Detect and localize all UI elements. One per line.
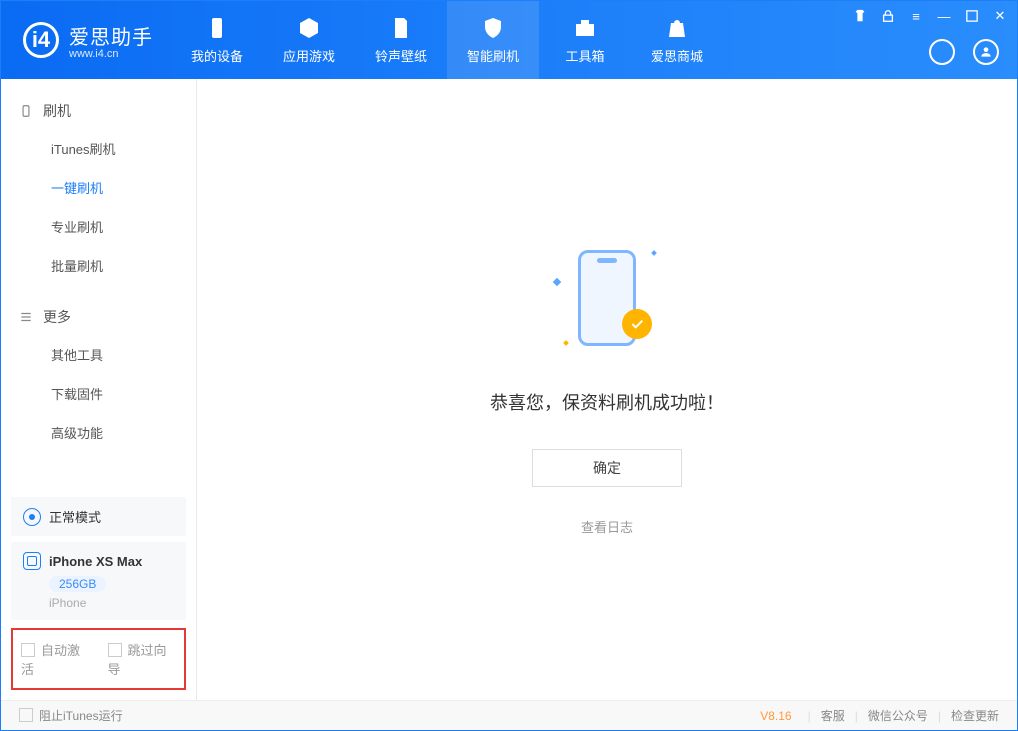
mode-label: 正常模式 <box>49 507 101 526</box>
success-illustration <box>552 243 662 353</box>
device-outline-icon <box>23 552 41 570</box>
download-icon[interactable] <box>929 39 955 65</box>
menu-icon[interactable]: ≡ <box>909 9 923 23</box>
device-name: iPhone XS Max <box>49 554 142 569</box>
mode-panel[interactable]: 正常模式 <box>11 497 186 536</box>
mode-indicator-icon <box>23 508 41 526</box>
checkbox-icon <box>19 708 33 722</box>
minimize-icon[interactable]: — <box>937 9 951 23</box>
sidebar-item-itunes-flash[interactable]: iTunes刷机 <box>1 129 196 168</box>
close-icon[interactable]: ✕ <box>993 9 1007 23</box>
app-header: i4 爱思助手 www.i4.cn 我的设备 应用游戏 铃声壁纸 智能刷机 工具… <box>1 1 1017 79</box>
nav-ringtone-wallpaper[interactable]: 铃声壁纸 <box>355 1 447 79</box>
header-action-icons <box>929 39 999 65</box>
status-bar: 阻止iTunes运行 V8.16 | 客服 | 微信公众号 | 检查更新 <box>1 700 1017 730</box>
cube-icon <box>297 16 321 40</box>
block-itunes-checkbox[interactable]: 阻止iTunes运行 <box>19 707 123 724</box>
nav-label: 智能刷机 <box>467 46 519 65</box>
separator: | <box>808 709 811 723</box>
auto-activate-checkbox[interactable]: 自动激活 <box>21 640 90 678</box>
sidebar-bottom: 正常模式 iPhone XS Max 256GB iPhone 自动激活 跳过向… <box>1 491 196 700</box>
footer-link-support[interactable]: 客服 <box>821 707 845 724</box>
refresh-shield-icon <box>481 16 505 40</box>
list-icon <box>19 310 33 324</box>
checkbox-icon <box>108 643 122 657</box>
sidebar-item-pro-flash[interactable]: 专业刷机 <box>1 207 196 246</box>
footer-link-update[interactable]: 检查更新 <box>951 707 999 724</box>
ok-button[interactable]: 确定 <box>532 449 682 487</box>
flash-options-highlight: 自动激活 跳过向导 <box>11 628 186 690</box>
view-log-link[interactable]: 查看日志 <box>581 517 633 536</box>
toolbox-icon <box>573 16 597 40</box>
nav-apps-games[interactable]: 应用游戏 <box>263 1 355 79</box>
window-controls: ≡ — ✕ <box>853 9 1007 23</box>
nav-label: 工具箱 <box>565 46 604 65</box>
separator: | <box>938 709 941 723</box>
nav-label: 爱思商城 <box>651 46 703 65</box>
storage-badge: 256GB <box>49 576 106 592</box>
sidebar-item-oneclick-flash[interactable]: 一键刷机 <box>1 168 196 207</box>
sidebar-item-advanced[interactable]: 高级功能 <box>1 413 196 452</box>
sidebar-item-download-fw[interactable]: 下载固件 <box>1 374 196 413</box>
sidebar-heading-flash: 刷机 <box>1 91 196 129</box>
device-panel[interactable]: iPhone XS Max 256GB iPhone <box>11 542 186 620</box>
main-content: 恭喜您，保资料刷机成功啦！ 确定 查看日志 <box>197 79 1017 700</box>
sidebar-heading-label: 更多 <box>43 307 71 327</box>
phone-outline-icon <box>19 104 33 118</box>
separator: | <box>855 709 858 723</box>
nav-smart-flash[interactable]: 智能刷机 <box>447 1 539 79</box>
top-nav: 我的设备 应用游戏 铃声壁纸 智能刷机 工具箱 爱思商城 <box>171 1 723 79</box>
footer-link-wechat[interactable]: 微信公众号 <box>868 707 928 724</box>
app-body: 刷机 iTunes刷机 一键刷机 专业刷机 批量刷机 更多 其他工具 下载固件 … <box>1 79 1017 700</box>
nav-label: 铃声壁纸 <box>375 46 427 65</box>
logo-icon: i4 <box>23 22 59 58</box>
version-label: V8.16 <box>760 709 791 723</box>
checkbox-label: 阻止iTunes运行 <box>39 709 123 723</box>
success-message: 恭喜您，保资料刷机成功啦！ <box>490 389 724 415</box>
shirt-icon[interactable] <box>853 9 867 23</box>
device-type: iPhone <box>49 596 174 610</box>
device-icon <box>205 16 229 40</box>
lock-icon[interactable] <box>881 9 895 23</box>
sidebar-item-other-tools[interactable]: 其他工具 <box>1 335 196 374</box>
sparkle-icon <box>563 340 569 346</box>
bag-icon <box>665 16 689 40</box>
app-title: 爱思助手 <box>69 21 153 50</box>
check-badge-icon <box>622 309 652 339</box>
user-icon[interactable] <box>973 39 999 65</box>
music-file-icon <box>389 16 413 40</box>
checkbox-icon <box>21 643 35 657</box>
sidebar-section-more: 更多 其他工具 下载固件 高级功能 <box>1 285 196 452</box>
nav-label: 应用游戏 <box>283 46 335 65</box>
sparkle-icon <box>651 250 657 256</box>
nav-my-device[interactable]: 我的设备 <box>171 1 263 79</box>
sidebar-item-batch-flash[interactable]: 批量刷机 <box>1 246 196 285</box>
sparkle-icon <box>553 278 561 286</box>
sidebar: 刷机 iTunes刷机 一键刷机 专业刷机 批量刷机 更多 其他工具 下载固件 … <box>1 79 197 700</box>
sidebar-heading-more: 更多 <box>1 297 196 335</box>
maximize-icon[interactable] <box>965 9 979 23</box>
app-logo: i4 爱思助手 www.i4.cn <box>1 1 171 79</box>
nav-store[interactable]: 爱思商城 <box>631 1 723 79</box>
nav-toolbox[interactable]: 工具箱 <box>539 1 631 79</box>
nav-label: 我的设备 <box>191 46 243 65</box>
skip-guide-checkbox[interactable]: 跳过向导 <box>108 640 177 678</box>
sidebar-heading-label: 刷机 <box>43 101 71 121</box>
sidebar-section-flash: 刷机 iTunes刷机 一键刷机 专业刷机 批量刷机 <box>1 79 196 285</box>
app-subtitle: www.i4.cn <box>69 48 153 60</box>
